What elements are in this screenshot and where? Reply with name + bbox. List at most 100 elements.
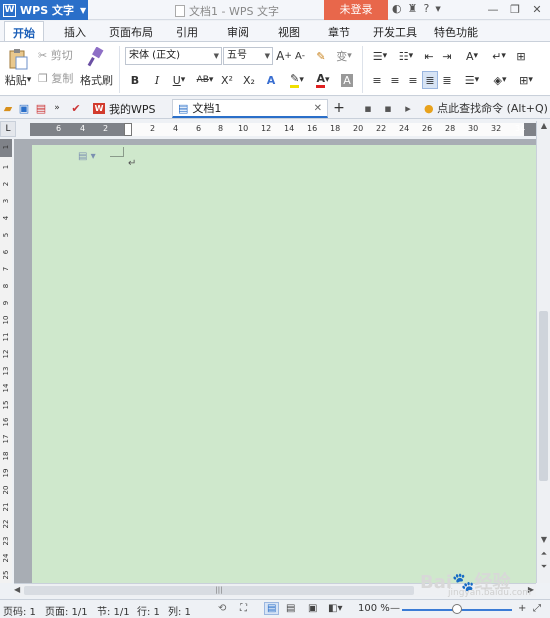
- paste-button[interactable]: 粘贴 ▾: [3, 73, 33, 87]
- show-marks-icon[interactable]: ↵ ▾: [488, 48, 510, 64]
- zoom-in-icon[interactable]: +: [518, 603, 526, 614]
- tab-special[interactable]: 特色功能: [434, 24, 478, 40]
- scroll-thumb[interactable]: |||: [24, 586, 414, 595]
- tab-review[interactable]: 审阅: [227, 24, 249, 40]
- quick-icon-1[interactable]: ▪: [362, 101, 374, 115]
- pdf-icon[interactable]: ▤: [34, 101, 48, 115]
- chevron-down-icon[interactable]: ▼: [435, 5, 440, 13]
- baidu-watermark-url: jingyan.baidu.com: [448, 588, 532, 598]
- scroll-down-icon[interactable]: ▼: [537, 535, 550, 544]
- scroll-left-icon[interactable]: ◀: [14, 585, 20, 594]
- underline-button[interactable]: U ▾: [168, 72, 190, 88]
- superscript-button[interactable]: X²: [219, 72, 235, 88]
- font-size-select[interactable]: 五号 ▼: [223, 47, 273, 65]
- scroll-up-icon[interactable]: ▲: [537, 121, 550, 130]
- zoom-level[interactable]: 100 %: [358, 603, 390, 614]
- borders-icon[interactable]: ⊞ ▾: [514, 72, 538, 88]
- maximize-button[interactable]: ❐: [504, 0, 526, 20]
- quick-icon-2[interactable]: ▪: [382, 101, 394, 115]
- new-tab-button[interactable]: +: [332, 100, 346, 116]
- fullscreen-icon[interactable]: ⛶: [240, 603, 247, 614]
- brush-icon[interactable]: [86, 46, 106, 68]
- ruler-number: 16: [307, 124, 318, 133]
- history-icon[interactable]: ⟲: [218, 603, 226, 614]
- font-name-select[interactable]: 宋体 (正文) ▼: [125, 47, 222, 65]
- protect-view-icon[interactable]: ◧▾: [328, 603, 342, 614]
- scroll-thumb[interactable]: [539, 311, 548, 481]
- italic-button[interactable]: I: [150, 72, 164, 88]
- tab-start[interactable]: 开始: [4, 21, 44, 41]
- pinyin-icon[interactable]: 变 ▾: [333, 48, 355, 64]
- numbered-list-icon[interactable]: ☷ ▾: [394, 48, 418, 64]
- bold-button[interactable]: B: [128, 72, 142, 88]
- ruler-number: 6: [2, 249, 10, 255]
- vertical-scrollbar[interactable]: ▲ ▼ ⏶ ⏷: [536, 121, 550, 583]
- shading-icon[interactable]: ◈ ▾: [488, 72, 512, 88]
- cut-button[interactable]: ✂ 剪切: [38, 47, 73, 63]
- grow-font-button[interactable]: A +: [276, 48, 292, 64]
- tab-view[interactable]: 视图: [278, 24, 300, 40]
- bullet-list-icon[interactable]: ☰ ▾: [368, 48, 392, 64]
- paragraph-layout-icon[interactable]: ▤ ▾: [78, 151, 96, 162]
- vertical-ruler[interactable]: 1 1 2 3 4 5 6 7 8 9 10 11 12 13 14 15 16…: [0, 139, 12, 583]
- app-menu-button[interactable]: W WPS 文字 ▼: [0, 0, 88, 20]
- align-center-icon[interactable]: ≡: [388, 72, 402, 88]
- tab-stop-selector[interactable]: L: [0, 121, 16, 137]
- next-page-icon[interactable]: ⏷: [537, 562, 550, 572]
- tab-insert[interactable]: 插入: [64, 24, 86, 40]
- ruler-number: 28: [445, 124, 456, 133]
- decrease-indent-icon[interactable]: ⇤: [422, 48, 436, 64]
- justify-icon[interactable]: ≣: [422, 71, 438, 89]
- char-shading-icon[interactable]: A: [340, 72, 354, 88]
- font-color-button[interactable]: A ▾: [312, 72, 334, 88]
- close-button[interactable]: ✕: [526, 0, 548, 20]
- more-icon[interactable]: »: [52, 101, 62, 115]
- paste-icon[interactable]: [6, 46, 30, 72]
- window-title: 文档1 - WPS 文字: [175, 3, 279, 19]
- zoom-slider-knob[interactable]: [452, 604, 462, 614]
- close-icon[interactable]: ✕: [314, 103, 322, 114]
- highlight-button[interactable]: ✎ ▾: [286, 72, 308, 88]
- open-folder-icon[interactable]: ▰: [2, 101, 14, 115]
- document-page[interactable]: ▤ ▾ ↵: [32, 145, 536, 583]
- checkmark-icon[interactable]: ✔: [70, 101, 82, 115]
- indent-marker[interactable]: [124, 123, 132, 136]
- copy-button[interactable]: ❐ 复制: [38, 70, 73, 86]
- command-search[interactable]: ● 点此查找命令 (Alt+Q): [424, 100, 548, 116]
- ruler-number: 4: [80, 124, 86, 133]
- quick-icon-3[interactable]: ▸: [402, 101, 414, 115]
- tab-developer[interactable]: 开发工具: [373, 24, 417, 40]
- tab-references[interactable]: 引用: [176, 24, 198, 40]
- prev-page-icon[interactable]: ⏶: [537, 549, 550, 559]
- increase-indent-icon[interactable]: ⇥: [440, 48, 454, 64]
- tab-chapter[interactable]: 章节: [328, 24, 350, 40]
- ruler-number: 8: [218, 124, 224, 133]
- save-icon[interactable]: ▣: [18, 101, 30, 115]
- line-spacing-icon[interactable]: ☰ ▾: [460, 72, 484, 88]
- tab-page-layout[interactable]: 页面布局: [109, 24, 153, 40]
- table-grid-icon[interactable]: ⊞: [514, 48, 528, 64]
- ruler-number: 20: [353, 124, 364, 133]
- shirt-icon[interactable]: ♜: [408, 2, 418, 15]
- horizontal-ruler[interactable]: 6 4 2 2 4 6 8 10 12 14 16 18 20 22 24 26…: [30, 123, 536, 136]
- minimize-button[interactable]: —: [482, 0, 504, 20]
- text-effect-icon[interactable]: A: [264, 72, 278, 88]
- clear-format-icon[interactable]: ✎: [313, 48, 329, 64]
- align-right-icon[interactable]: ≡: [406, 72, 420, 88]
- outline-view-icon[interactable]: ▤: [286, 603, 295, 614]
- skin-icon[interactable]: ◐: [392, 2, 402, 15]
- zoom-out-icon[interactable]: —: [390, 603, 400, 614]
- shrink-font-button[interactable]: A-: [293, 48, 307, 64]
- distribute-icon[interactable]: ≣: [440, 72, 454, 88]
- align-left-icon[interactable]: ≡: [370, 72, 384, 88]
- sort-icon[interactable]: A ▾: [460, 48, 484, 64]
- tab-document1[interactable]: ▤ 文档1 ✕: [172, 99, 328, 118]
- subscript-button[interactable]: X₂: [241, 72, 257, 88]
- login-button[interactable]: 未登录: [324, 0, 388, 20]
- help-button[interactable]: ?: [423, 2, 429, 15]
- page-view-icon[interactable]: ▤: [264, 602, 280, 615]
- web-view-icon[interactable]: ▣: [308, 603, 317, 614]
- fit-window-icon[interactable]: ⤢: [533, 603, 541, 614]
- strikethrough-button[interactable]: AB ▾: [193, 72, 217, 88]
- format-painter-button[interactable]: 格式刷: [80, 73, 113, 87]
